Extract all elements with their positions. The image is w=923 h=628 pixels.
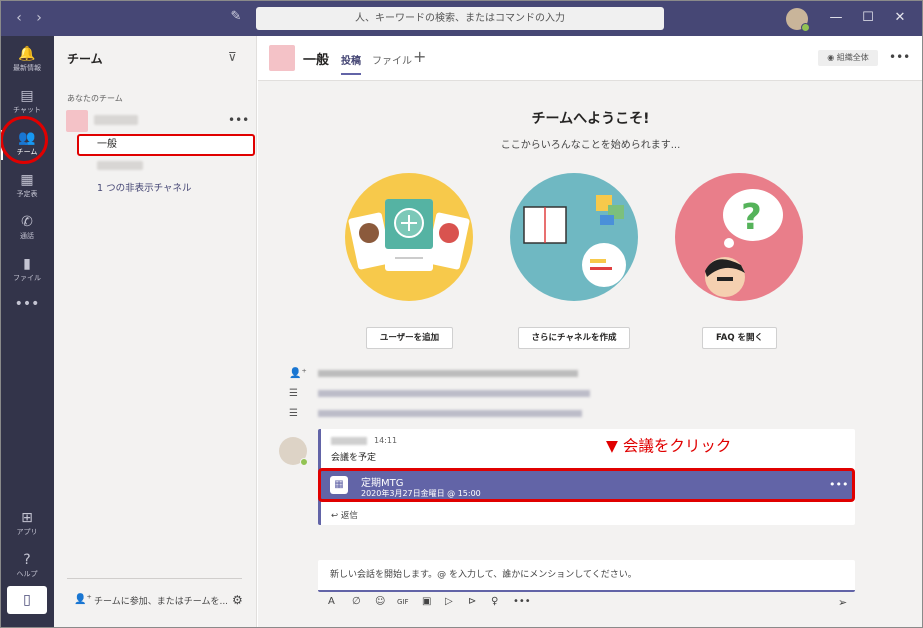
calendar-icon: ▦ (20, 172, 34, 188)
minimize-icon[interactable]: — (826, 8, 846, 28)
question-person-icon: ? (705, 189, 783, 297)
forward-arrow-icon[interactable]: › (32, 9, 46, 27)
rail-label: 通話 (20, 232, 34, 240)
your-teams-label: あなたのチーム (67, 94, 123, 103)
more-icon: ••• (14, 296, 40, 312)
maximize-icon[interactable]: ☐ (858, 8, 878, 28)
add-tab-icon[interactable]: + (413, 47, 426, 66)
rail-label: 最新情報 (13, 64, 41, 72)
faq-illustration: ? (675, 173, 803, 301)
calendar-icon: ▦ (330, 476, 348, 494)
reply-link[interactable]: ↩ 返信 (331, 509, 358, 521)
chat-icon: ▤ (20, 88, 34, 104)
message-author-avatar[interactable] (279, 437, 308, 466)
join-team-icon[interactable]: 👤⁺ (74, 594, 92, 605)
more-options-icon[interactable]: ••• (513, 596, 531, 607)
rail-label: チャット (13, 106, 41, 114)
compose-input[interactable]: 新しい会話を開始します。@ を入力して、誰かにメンションしてください。 (318, 560, 855, 592)
open-faq-button[interactable]: FAQ を開く (702, 327, 777, 349)
search-input[interactable]: 人、キーワードの検索、またはコマンドの入力 (256, 7, 664, 30)
people-cards-icon (348, 199, 470, 271)
rail-files[interactable]: ▮ ファイル (0, 250, 54, 292)
rail-label: ヘルプ (16, 570, 38, 578)
attach-icon[interactable]: ∅ (352, 596, 361, 607)
svg-text:?: ? (741, 197, 762, 238)
team-more-icon[interactable]: ••• (228, 113, 249, 127)
teams-panel-title: チーム (67, 52, 103, 66)
rail-activity[interactable]: 🔔 最新情報 (0, 40, 54, 82)
phone-icon: ✆ (21, 214, 33, 230)
header-more-icon[interactable]: ••• (889, 50, 910, 64)
divider (67, 578, 242, 579)
format-icon[interactable]: A (328, 596, 335, 607)
user-avatar[interactable] (786, 8, 810, 32)
add-user-button[interactable]: ユーザーを追加 (366, 327, 453, 349)
help-icon: ? (23, 552, 31, 568)
hidden-channels-link[interactable]: 1 つの非表示チャネル (97, 180, 191, 194)
rail-more[interactable]: ••• (0, 290, 54, 332)
bell-icon: 🔔 (18, 46, 36, 62)
activity-line-blurred (318, 410, 582, 417)
welcome-title: チームへようこそ! (531, 111, 650, 127)
rail-help[interactable]: ? ヘルプ (0, 546, 54, 588)
channel-general[interactable]: 一般 (77, 134, 255, 156)
activity-line-blurred (318, 370, 578, 377)
join-team-link[interactable]: チームに参加、またはチームを... (94, 594, 228, 607)
file-icon: ▮ (23, 256, 31, 272)
click-meeting-annotation: ▼ 会議をクリック (606, 437, 732, 455)
presence-available-icon (801, 23, 810, 32)
create-channel-button[interactable]: さらにチャネルを作成 (518, 327, 630, 349)
org-wide-button[interactable]: ◉ 組織全体 (818, 50, 878, 66)
activity-line-blurred (318, 390, 590, 397)
message-time: 14:11 (374, 436, 398, 445)
back-arrow-icon[interactable]: ‹ (12, 9, 26, 27)
team-name-blurred[interactable] (94, 115, 138, 125)
teams-highlight-circle (0, 116, 48, 164)
device-icon[interactable]: ▯ (7, 586, 47, 614)
rail-label: 予定表 (16, 190, 38, 198)
add-users-illustration (345, 173, 473, 301)
rail-calls[interactable]: ✆ 通話 (0, 208, 54, 250)
emoji-icon[interactable]: ☺ (375, 596, 385, 607)
welcome-subtitle: ここからいろんなことを始められます... (500, 140, 681, 151)
meeting-date: 2020年3月27日金曜日 @ 15:00 (361, 489, 481, 498)
send-icon[interactable]: ➢ (838, 596, 847, 609)
meeting-more-icon[interactable]: ••• (829, 478, 848, 491)
tab-posts[interactable]: 投稿 (341, 52, 361, 75)
channel-avatar (269, 45, 295, 71)
message-text: 会議を予定 (331, 453, 377, 463)
sticker-icon[interactable]: ▣ (422, 596, 431, 607)
stream-icon[interactable]: ⊳ (468, 596, 476, 607)
apps-icon: ⊞ (21, 510, 33, 526)
settings-icon[interactable]: ⚙ (232, 593, 243, 607)
rail-label: アプリ (16, 528, 38, 536)
filter-icon[interactable]: ⊽ (228, 50, 242, 64)
team-avatar[interactable] (66, 110, 88, 132)
gif-icon[interactable]: GIF (397, 598, 409, 606)
rail-calendar[interactable]: ▦ 予定表 (0, 166, 54, 208)
channel-event-icon: ☰ (289, 388, 298, 399)
channel-event-icon: ☰ (289, 408, 298, 419)
channel-title: 一般 (303, 53, 330, 68)
praise-icon[interactable]: ♀ (491, 596, 498, 607)
new-chat-icon[interactable]: ✎ (228, 9, 244, 25)
channels-illustration (510, 173, 638, 301)
presence-available-icon (300, 458, 308, 466)
tab-files[interactable]: ファイル (372, 52, 412, 67)
meet-now-icon[interactable]: ▷ (445, 596, 453, 607)
user-added-icon: 👤⁺ (289, 368, 307, 379)
rail-label: ファイル (13, 274, 41, 282)
rail-apps[interactable]: ⊞ アプリ (0, 504, 54, 546)
notebook-icon (523, 195, 626, 287)
message-author-blurred (331, 437, 367, 445)
close-icon[interactable]: ✕ (890, 8, 910, 28)
channel-blurred[interactable] (97, 161, 143, 170)
meeting-title[interactable]: 定期MTG (361, 474, 404, 489)
